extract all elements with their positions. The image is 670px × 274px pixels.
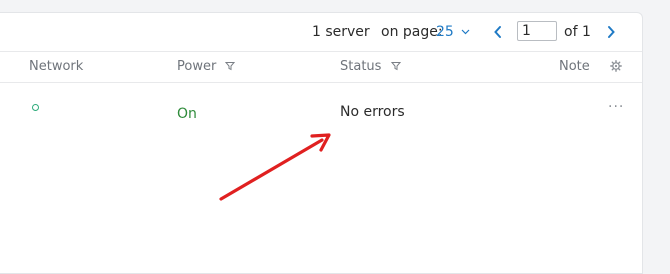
table-row[interactable]: On No errors ··· xyxy=(0,83,642,133)
chevron-down-icon xyxy=(461,29,470,35)
page-total: of 1 xyxy=(564,24,591,40)
pagination-toolbar: 1 server on page: 25 of 1 xyxy=(0,13,642,52)
row-actions-button[interactable]: ··· xyxy=(608,99,624,115)
column-header-power[interactable]: Power xyxy=(177,59,236,75)
circle-icon xyxy=(32,104,39,111)
column-header-status[interactable]: Status xyxy=(340,59,401,75)
filter-icon[interactable] xyxy=(390,61,401,71)
column-header-note[interactable]: Note xyxy=(559,59,590,75)
column-header-label: Power xyxy=(177,59,217,74)
table-header: Network Power Status Note xyxy=(0,52,642,83)
column-header-network[interactable]: Network xyxy=(29,59,83,75)
power-status: On xyxy=(177,106,197,122)
servers-panel: 1 server on page: 25 of 1 Network Power … xyxy=(0,12,643,274)
filter-icon[interactable] xyxy=(225,61,236,71)
page-number-input[interactable] xyxy=(517,21,557,41)
column-header-label: Status xyxy=(340,59,382,74)
status-value: No errors xyxy=(340,104,405,120)
per-page-value: 25 xyxy=(436,24,454,40)
chevron-left-icon[interactable] xyxy=(493,23,503,41)
per-page-label: on page: xyxy=(381,24,443,40)
chevron-right-icon[interactable] xyxy=(606,23,616,41)
server-count: 1 server xyxy=(312,24,370,40)
gear-icon[interactable] xyxy=(610,60,622,72)
per-page-select[interactable]: 25 xyxy=(436,23,470,41)
